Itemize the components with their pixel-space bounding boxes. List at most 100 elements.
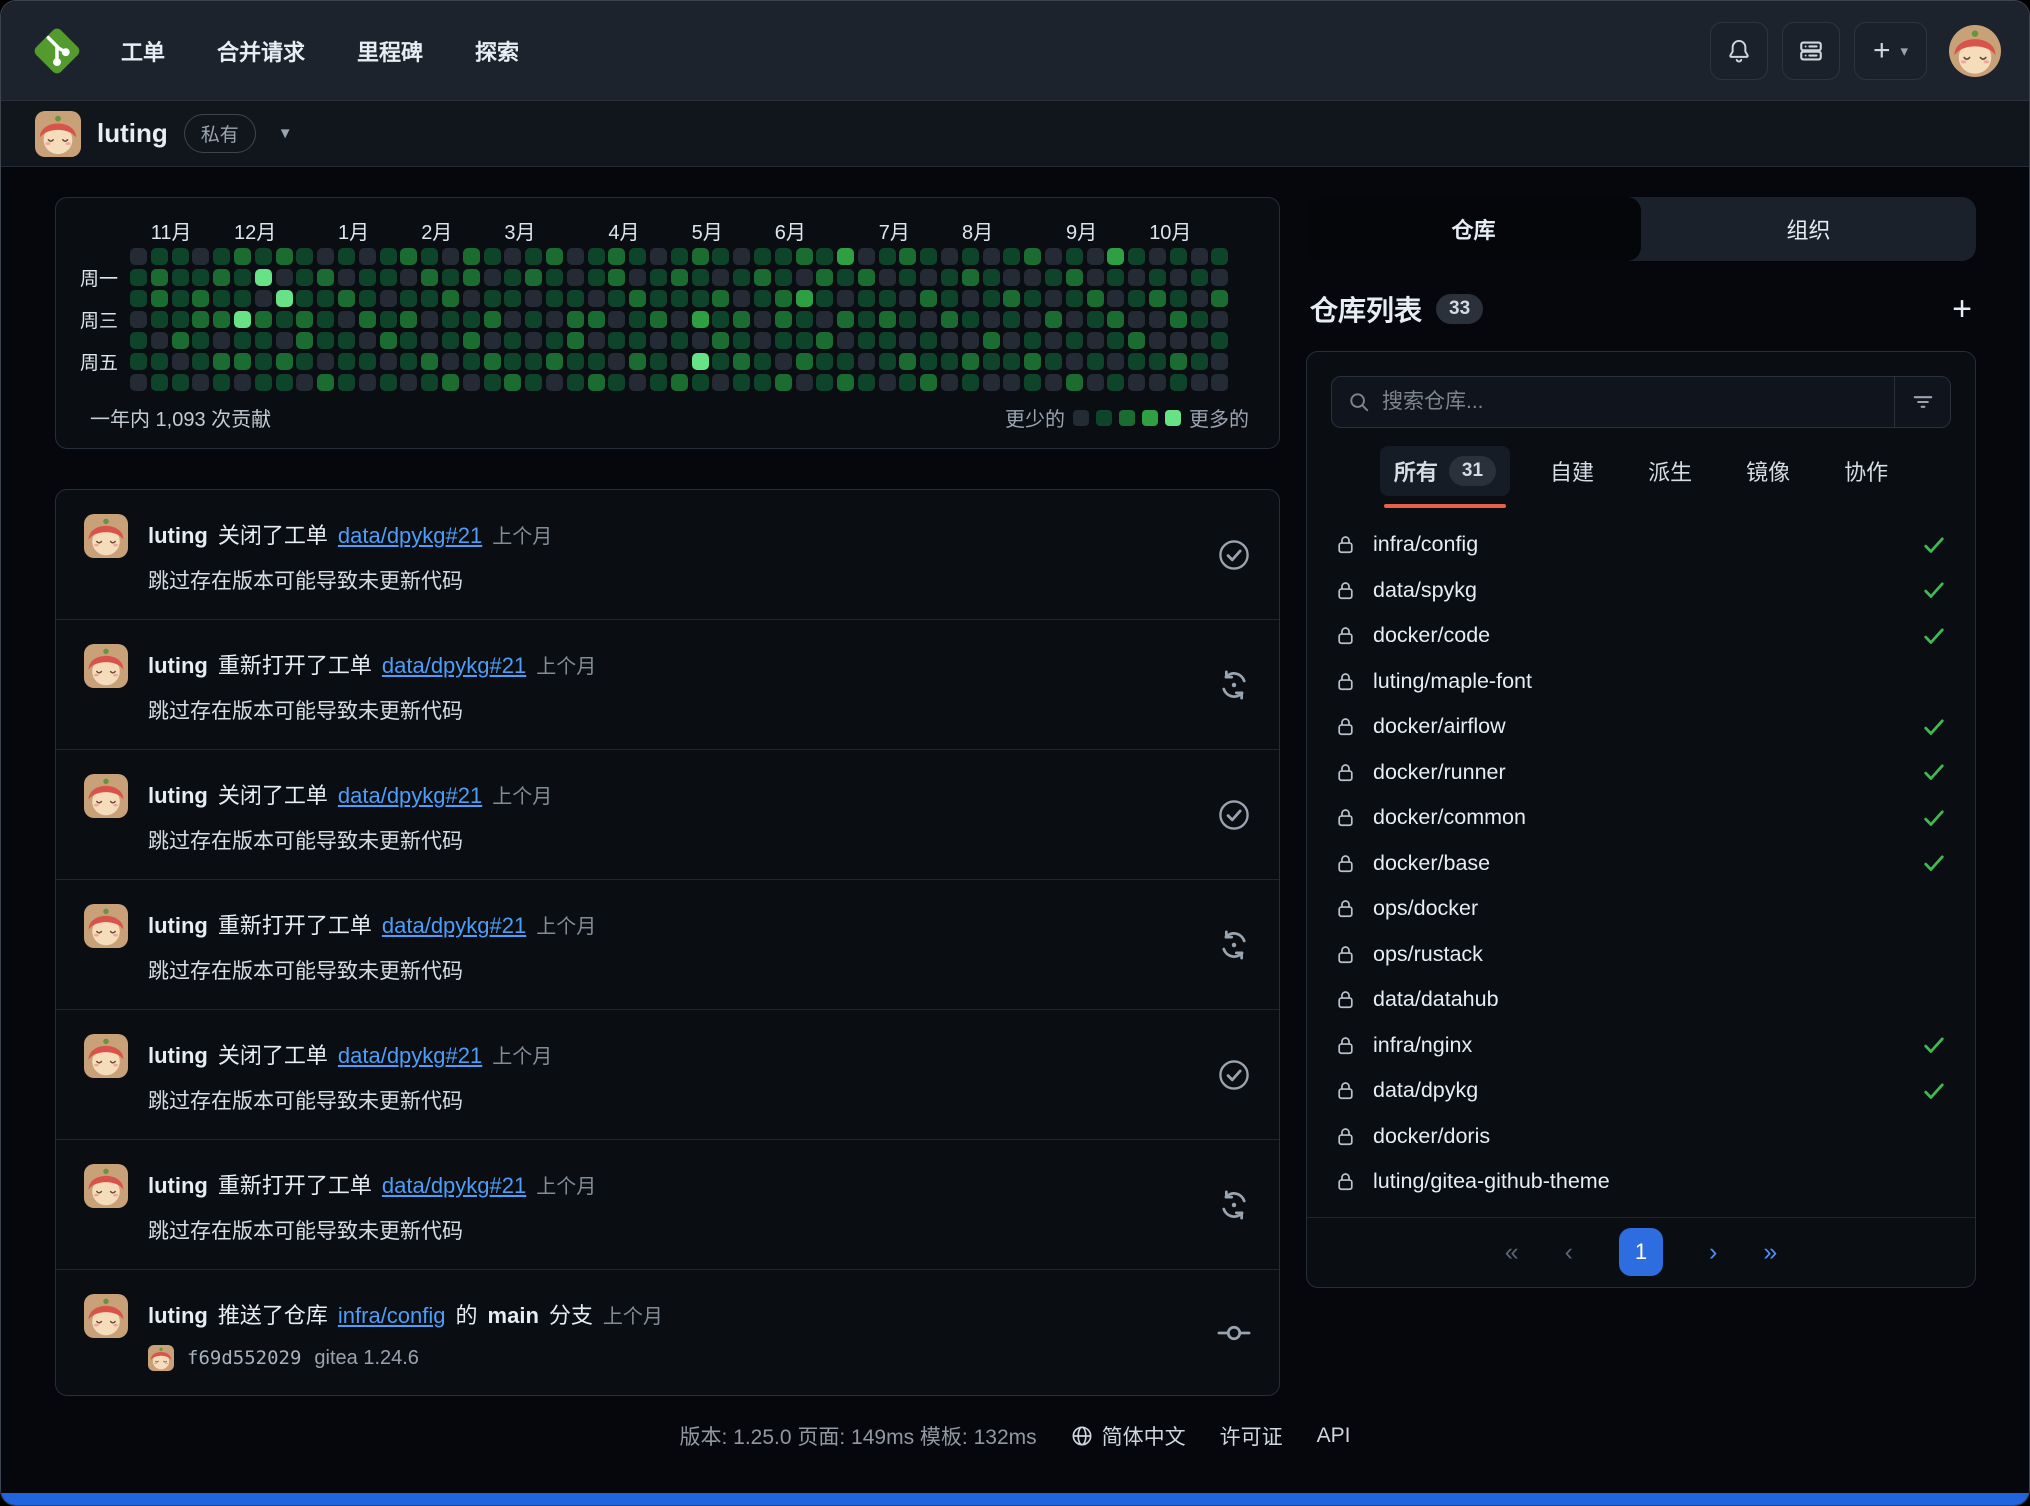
heatmap-cell [255, 332, 272, 349]
heatmap-cell [671, 248, 688, 265]
heatmap-cell [255, 248, 272, 265]
feed-target-link[interactable]: data/dpykg#21 [338, 1043, 482, 1069]
heatmap-cell [1107, 311, 1124, 328]
repo-row[interactable]: luting/maple-font [1307, 659, 1975, 705]
heatmap-cell [899, 353, 916, 370]
heatmap-cell [130, 290, 147, 307]
heatmap-cell [421, 269, 438, 286]
heatmap-cell [234, 290, 251, 307]
feed-actor-name[interactable]: luting [148, 523, 208, 549]
repo-row[interactable]: data/dpykg [1307, 1068, 1975, 1114]
add-repo-button[interactable]: + [1952, 292, 1972, 326]
heatmap-cell [608, 332, 625, 349]
nav-item-explore[interactable]: 探索 [475, 35, 519, 67]
repo-filter-tab-0[interactable]: 所有31 [1380, 446, 1510, 496]
heatmap-cell [733, 311, 750, 328]
footer-license-link[interactable]: 许可证 [1220, 1421, 1283, 1451]
repo-row[interactable]: luting/gitea-github-theme [1307, 1159, 1975, 1205]
repo-row[interactable]: docker/doris [1307, 1114, 1975, 1160]
repo-row[interactable]: docker/runner [1307, 750, 1975, 796]
feed-target-link[interactable]: data/dpykg#21 [382, 653, 526, 679]
notifications-button[interactable] [1710, 22, 1768, 80]
status-check-icon [1921, 850, 1947, 876]
heatmap-cell [1087, 374, 1104, 391]
feed-actor-name[interactable]: luting [148, 1043, 208, 1069]
feed-item-title: luting重新打开了工单data/dpykg#21上个月 [148, 908, 1197, 940]
repo-filter-tab-3[interactable]: 镜像 [1732, 446, 1804, 496]
heatmap-cell [962, 311, 979, 328]
feed-target-link[interactable]: data/dpykg#21 [338, 783, 482, 809]
heatmap-cell [1211, 374, 1228, 391]
pagination-page-1-button[interactable]: 1 [1619, 1228, 1663, 1276]
heatmap-cell [858, 248, 875, 265]
repo-filter-tab-1[interactable]: 自建 [1536, 446, 1608, 496]
heatmap-month-label: 4月 [608, 216, 639, 245]
repo-row[interactable]: ops/rustack [1307, 932, 1975, 978]
feed-target-link[interactable]: data/dpykg#21 [382, 1173, 526, 1199]
heatmap-cell [442, 353, 459, 370]
pagination-prev-button[interactable]: ‹ [1565, 1238, 1573, 1267]
nav-item-milestones[interactable]: 里程碑 [357, 35, 423, 67]
admin-panel-button[interactable] [1782, 22, 1840, 80]
heatmap-cell [796, 311, 813, 328]
heatmap-cell [546, 353, 563, 370]
feed-actor-avatar[interactable] [84, 1294, 128, 1338]
issue-reopened-icon [1217, 668, 1251, 702]
feed-actor-name[interactable]: luting [148, 783, 208, 809]
footer-language-link[interactable]: 简体中文 [1071, 1421, 1186, 1451]
heatmap-cell [1066, 248, 1083, 265]
feed-actor-name[interactable]: luting [148, 913, 208, 939]
feed-target-link[interactable]: data/dpykg#21 [338, 523, 482, 549]
repo-row[interactable]: docker/code [1307, 613, 1975, 659]
profile-dropdown-caret-icon[interactable]: ▼ [278, 125, 293, 142]
heatmap-cell [816, 332, 833, 349]
feed-actor-avatar[interactable] [84, 904, 128, 948]
feed-actor-name[interactable]: luting [148, 1303, 208, 1329]
heatmap-cell [192, 269, 209, 286]
heatmap-cell [192, 374, 209, 391]
nav-item-pull-requests[interactable]: 合并请求 [217, 35, 305, 67]
commit-hash-link[interactable]: f69d552029 [187, 1347, 301, 1369]
repo-row[interactable]: data/datahub [1307, 977, 1975, 1023]
feed-actor-name[interactable]: luting [148, 653, 208, 679]
repo-search-input[interactable] [1382, 390, 1878, 414]
repo-row[interactable]: infra/nginx [1307, 1023, 1975, 1069]
heatmap-cell [983, 311, 1000, 328]
repo-row[interactable]: docker/base [1307, 841, 1975, 887]
heatmap-cell [837, 353, 854, 370]
feed-action-text: 推送了仓库 [218, 1298, 328, 1330]
repo-filter-button[interactable] [1894, 377, 1950, 427]
heatmap-cell [879, 374, 896, 391]
repo-filter-tab-4[interactable]: 协作 [1830, 446, 1902, 496]
feed-target-link[interactable]: data/dpykg#21 [382, 913, 526, 939]
pagination-next-button[interactable]: › [1709, 1238, 1717, 1267]
pagination-last-button[interactable]: » [1763, 1238, 1777, 1267]
feed-actor-name[interactable]: luting [148, 1173, 208, 1199]
nav-item-issues[interactable]: 工单 [121, 35, 165, 67]
user-menu-avatar[interactable] [1949, 25, 2001, 77]
pagination-first-button[interactable]: « [1505, 1238, 1519, 1267]
gitea-logo-icon[interactable] [29, 23, 85, 79]
left-column: 周一周三周五 11月12月1月2月3月4月5月6月7月8月9月10月 一年内 1… [55, 197, 1280, 1396]
tab-repositories[interactable]: 仓库 [1306, 197, 1641, 261]
feed-item-body: luting重新打开了工单data/dpykg#21上个月跳过存在版本可能导致未… [148, 904, 1197, 985]
repo-row[interactable]: docker/airflow [1307, 704, 1975, 750]
feed-actor-avatar[interactable] [84, 1164, 128, 1208]
feed-actor-avatar[interactable] [84, 774, 128, 818]
create-new-button[interactable]: + ▾ [1854, 22, 1927, 80]
repo-filter-tab-2[interactable]: 派生 [1634, 446, 1706, 496]
feed-actor-avatar[interactable] [84, 1034, 128, 1078]
repo-row[interactable]: data/spykg [1307, 568, 1975, 614]
repo-row[interactable]: infra/config [1307, 522, 1975, 568]
heatmap-cell [712, 290, 729, 307]
feed-actor-avatar[interactable] [84, 644, 128, 688]
feed-target-link[interactable]: infra/config [338, 1303, 446, 1329]
heatmap-cell [650, 353, 667, 370]
repo-row[interactable]: docker/common [1307, 795, 1975, 841]
footer-api-link[interactable]: API [1317, 1424, 1351, 1448]
repo-row[interactable]: ops/docker [1307, 886, 1975, 932]
heatmap-cell [1003, 353, 1020, 370]
tab-organizations[interactable]: 组织 [1641, 197, 1976, 261]
heatmap-cell [255, 269, 272, 286]
feed-actor-avatar[interactable] [84, 514, 128, 558]
